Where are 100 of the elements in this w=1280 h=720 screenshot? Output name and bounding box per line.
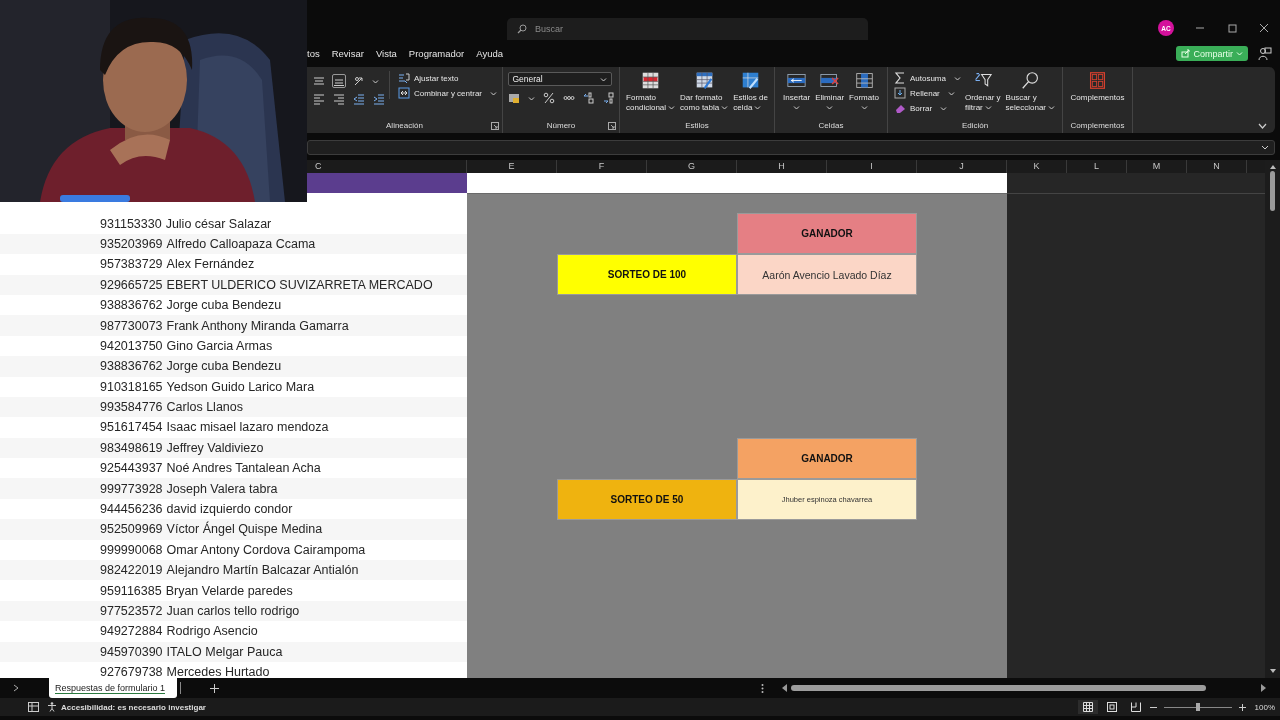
ribbon-button[interactable]: Insertar bbox=[782, 71, 812, 113]
table-cell: Omar Antony Cordova Cairampoma bbox=[166, 542, 366, 557]
currency-icon[interactable] bbox=[507, 92, 520, 104]
maximize-icon[interactable] bbox=[1225, 23, 1239, 33]
caret-icon bbox=[527, 95, 535, 101]
delete-cells-icon bbox=[819, 71, 841, 90]
menu-tab[interactable]: Revisar bbox=[331, 48, 364, 59]
share-icon bbox=[1181, 49, 1191, 58]
accessibility-icon[interactable] bbox=[47, 702, 57, 712]
percent-icon[interactable] bbox=[542, 92, 555, 104]
align-left-icon[interactable] bbox=[313, 93, 325, 105]
insert-cells-icon bbox=[786, 71, 808, 90]
search-field[interactable]: Buscar bbox=[507, 18, 868, 40]
table-cell: GANADOR bbox=[737, 213, 917, 254]
table-cell: 942013750 bbox=[100, 338, 163, 353]
zoom-in-icon[interactable] bbox=[1238, 703, 1246, 711]
ribbon-button[interactable]: Formato bbox=[848, 71, 880, 113]
group-label: Celdas bbox=[818, 120, 844, 132]
page-layout-icon[interactable] bbox=[1106, 702, 1117, 712]
table-cell: Joseph Valera tabra bbox=[166, 481, 278, 496]
sigma-icon bbox=[893, 72, 906, 84]
table-cell: 993584776 bbox=[100, 400, 163, 415]
table-cell: Víctor Ángel Quispe Medina bbox=[166, 522, 323, 537]
expand-icon[interactable] bbox=[1261, 145, 1269, 150]
menu-tab[interactable]: tos bbox=[307, 48, 320, 59]
table-cell: 952509969 bbox=[100, 522, 163, 537]
table-cell: Jorge cuba Bendezu bbox=[166, 359, 282, 374]
table-cell: Rodrigo Asencio bbox=[166, 624, 258, 639]
table-cell: 945970390 bbox=[100, 644, 163, 659]
decrease-indent-icon[interactable] bbox=[353, 93, 365, 105]
table-cell: 931153330 bbox=[100, 216, 162, 231]
ribbon-button[interactable]: Ajustar texto bbox=[398, 72, 497, 84]
scroll-down-icon[interactable] bbox=[1268, 669, 1277, 674]
dialog-launcher-icon[interactable] bbox=[608, 122, 616, 130]
caret-icon[interactable] bbox=[372, 78, 379, 84]
search-icon bbox=[517, 24, 527, 34]
dialog-launcher-icon[interactable] bbox=[491, 122, 499, 130]
close-icon[interactable] bbox=[1257, 23, 1271, 33]
more-icon[interactable] bbox=[761, 683, 764, 693]
scrollbar-thumb[interactable] bbox=[791, 685, 1206, 691]
menu-tab[interactable]: Programador bbox=[408, 48, 465, 59]
scroll-right-icon[interactable] bbox=[1261, 684, 1266, 692]
ribbon-button[interactable]: Borrar bbox=[893, 102, 961, 114]
menu-tab[interactable]: Vista bbox=[375, 48, 397, 59]
text-orientation-icon[interactable] bbox=[353, 75, 365, 87]
scroll-left-icon[interactable] bbox=[782, 684, 787, 692]
table-cell: Gino Garcia Armas bbox=[166, 338, 273, 353]
normal-view-icon[interactable] bbox=[1082, 702, 1093, 712]
ribbon-button[interactable]: Combinar y centrar bbox=[398, 87, 497, 99]
caret-icon bbox=[599, 76, 607, 82]
fill-down-icon bbox=[893, 87, 906, 99]
group-label: Edición bbox=[961, 120, 989, 132]
align-right-icon[interactable] bbox=[333, 93, 345, 105]
table-cell: GANADOR bbox=[737, 438, 917, 479]
format-cells-icon bbox=[853, 71, 875, 90]
table-cell: Mercedes Hurtado bbox=[166, 665, 270, 678]
ribbon-button[interactable]: Rellenar bbox=[893, 87, 961, 99]
decrease-decimal-icon[interactable] bbox=[602, 92, 615, 104]
page-break-icon[interactable] bbox=[1130, 702, 1141, 712]
table-cell: 999990068 bbox=[100, 542, 163, 557]
ribbon-button[interactable]: Ordenar y filtrar bbox=[964, 71, 1002, 112]
ribbon-button[interactable]: Buscar y seleccionar bbox=[1004, 71, 1057, 112]
table-cell: 938836762 bbox=[100, 359, 163, 374]
zoom-level[interactable]: 100% bbox=[1254, 702, 1275, 712]
table-cell: david izquierdo condor bbox=[166, 502, 293, 517]
sheet-stats-icon[interactable] bbox=[28, 702, 39, 712]
table-cell: 957383729 bbox=[100, 257, 163, 272]
ribbon-button[interactable]: Autosuma bbox=[893, 72, 961, 84]
table-cell: 935203969 bbox=[100, 236, 163, 251]
scrollbar-thumb[interactable] bbox=[1270, 171, 1275, 211]
scroll-tabs-icon[interactable] bbox=[13, 684, 19, 692]
sheet-tab[interactable]: Respuestas de formulario 1 bbox=[49, 678, 177, 698]
increase-indent-icon[interactable] bbox=[373, 93, 385, 105]
table-cell: Jeffrey Valdiviezo bbox=[166, 440, 264, 455]
table-cell: 949272884 bbox=[100, 624, 163, 639]
table-cell: Alejandro Martín Balcazar Antialón bbox=[166, 563, 359, 578]
table-cell: Isaac misael lazaro mendoza bbox=[166, 420, 329, 435]
collapse-ribbon-icon[interactable] bbox=[1258, 123, 1267, 129]
ribbon-button[interactable]: Estilos de celda bbox=[732, 71, 769, 112]
table-cell: Bryan Velarde paredes bbox=[165, 583, 293, 598]
add-sheet-icon[interactable] bbox=[210, 683, 219, 693]
status-text[interactable]: Accesibilidad: es necesario investigar bbox=[61, 702, 206, 712]
group-label: Complementos bbox=[1070, 120, 1125, 132]
table-cell: 959116385 bbox=[100, 583, 162, 598]
number-format-dropdown[interactable]: General bbox=[507, 72, 612, 86]
align-middle-icon[interactable] bbox=[313, 75, 325, 87]
increase-decimal-icon[interactable] bbox=[582, 92, 595, 104]
menu-tab[interactable]: Ayuda bbox=[476, 48, 504, 59]
table-cell: Carlos Llanos bbox=[166, 400, 243, 415]
ribbon-button[interactable]: Formato condicional bbox=[625, 71, 677, 112]
table-cell: 910318165 bbox=[100, 379, 163, 394]
zoom-slider-thumb[interactable] bbox=[1196, 703, 1201, 711]
table-cell: Alfredo Calloapaza Ccama bbox=[166, 236, 316, 251]
presenter-icon[interactable] bbox=[1258, 46, 1272, 61]
ribbon-button[interactable]: Eliminar bbox=[814, 71, 846, 113]
ribbon-button[interactable]: Complementos bbox=[1069, 71, 1126, 103]
eraser-icon bbox=[893, 102, 906, 114]
table-cell: 977523572 bbox=[100, 604, 163, 618]
ribbon-button[interactable]: Dar formato como tabla bbox=[679, 71, 730, 112]
scroll-up-icon[interactable] bbox=[1268, 164, 1277, 169]
